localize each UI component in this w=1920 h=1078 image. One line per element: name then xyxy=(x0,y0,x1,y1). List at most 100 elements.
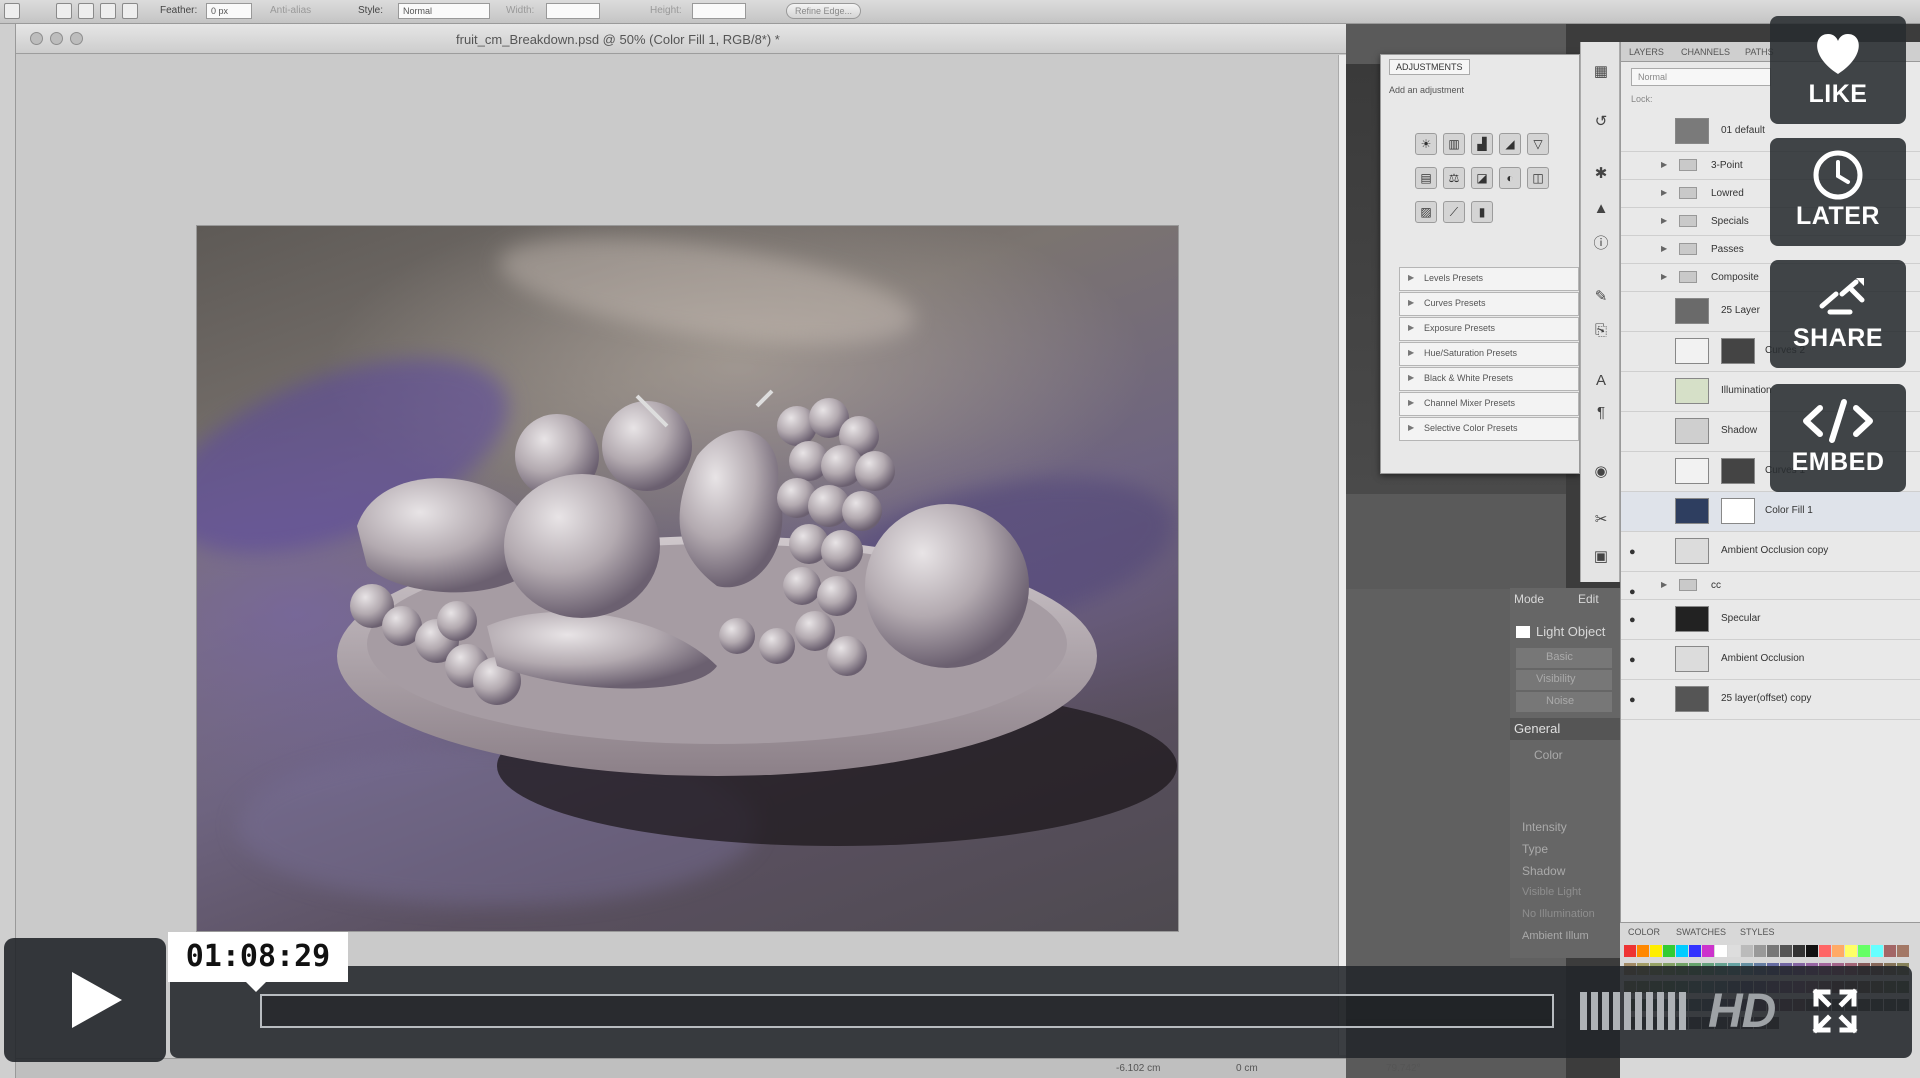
expand-arrow-icon[interactable]: ▶ xyxy=(1661,272,1667,281)
preset-item[interactable]: Exposure Presets xyxy=(1399,317,1579,341)
light-object-panel: Mode Edit Light Object Basic Visibility … xyxy=(1510,588,1620,958)
anti-alias-checkbox[interactable]: Anti-alias xyxy=(270,5,311,16)
intersect-selection-icon[interactable] xyxy=(122,3,138,19)
adjustment-icon[interactable]: ▤ xyxy=(1415,167,1437,189)
play-button[interactable] xyxy=(4,938,166,1062)
adjustment-icon[interactable]: ◫ xyxy=(1527,167,1549,189)
adjustment-icon[interactable]: ◢ xyxy=(1499,133,1521,155)
adjustment-icon[interactable]: ◪ xyxy=(1471,167,1493,189)
layer-row[interactable]: ● 25 layer(offset) copy xyxy=(1621,680,1920,720)
adjustment-icon[interactable]: ▨ xyxy=(1415,201,1437,223)
canvas-area[interactable] xyxy=(16,55,1338,1055)
tab-noise[interactable]: Noise xyxy=(1516,692,1612,712)
visibility-icon[interactable]: ● xyxy=(1629,586,1636,598)
expand-arrow-icon[interactable]: ▶ xyxy=(1661,216,1667,225)
tools-icon[interactable]: ✂ xyxy=(1591,510,1611,530)
layer-row[interactable]: ● Specular xyxy=(1621,600,1920,640)
play-icon xyxy=(72,972,122,1028)
tab-color[interactable]: COLOR xyxy=(1628,927,1660,937)
preset-item[interactable]: Selective Color Presets xyxy=(1399,417,1579,441)
visibility-icon[interactable]: ● xyxy=(1629,614,1636,626)
layer-row[interactable]: ● Ambient Occlusion copy xyxy=(1621,532,1920,572)
preset-item[interactable]: Curves Presets xyxy=(1399,292,1579,316)
fruit-bowl-illustration xyxy=(337,389,1177,846)
embed-button[interactable]: EMBED xyxy=(1770,384,1906,492)
gear-icon[interactable]: ✱ xyxy=(1591,164,1611,184)
brush-icon[interactable]: ✎ xyxy=(1591,287,1611,307)
marquee-tool-icon[interactable] xyxy=(4,3,20,19)
layer-row[interactable]: ● Ambient Occlusion xyxy=(1621,640,1920,680)
expand-arrow-icon[interactable]: ▶ xyxy=(1661,580,1667,589)
tools-panel[interactable] xyxy=(0,24,16,1078)
tab-layers[interactable]: LAYERS xyxy=(1629,47,1664,57)
adjustment-icon[interactable]: ⟋ xyxy=(1443,201,1465,223)
style-select[interactable]: Normal xyxy=(398,3,490,19)
layer-mask-thumbnail xyxy=(1721,498,1755,524)
watch-later-button[interactable]: LATER xyxy=(1770,138,1906,246)
preset-item[interactable]: Black & White Presets xyxy=(1399,367,1579,391)
zoom-window-icon[interactable] xyxy=(70,32,83,45)
preset-item[interactable]: Levels Presets xyxy=(1399,267,1579,291)
clone-icon[interactable]: ⎘ xyxy=(1591,322,1611,342)
vertical-scrollbar[interactable] xyxy=(1338,55,1346,1055)
expand-arrow-icon[interactable]: ▶ xyxy=(1661,244,1667,253)
layer-comps-icon[interactable]: ▣ xyxy=(1591,547,1611,567)
layer-name: Lowred xyxy=(1711,188,1744,199)
add-selection-icon[interactable] xyxy=(78,3,94,19)
histogram-icon[interactable]: ▦ xyxy=(1591,62,1611,82)
width-input[interactable] xyxy=(546,3,600,19)
progress-bar[interactable] xyxy=(260,994,1554,1028)
tab-basic[interactable]: Basic xyxy=(1516,648,1612,668)
layer-row[interactable]: Color Fill 1 xyxy=(1621,492,1920,532)
feather-input[interactable]: 0 px xyxy=(206,3,252,19)
preset-item[interactable]: Hue/Saturation Presets xyxy=(1399,342,1579,366)
tab-visibility[interactable]: Visibility xyxy=(1516,670,1612,690)
general-section[interactable]: General xyxy=(1510,718,1620,740)
tab-channels[interactable]: CHANNELS xyxy=(1681,47,1730,57)
height-input[interactable] xyxy=(692,3,746,19)
minimize-window-icon[interactable] xyxy=(50,32,63,45)
close-window-icon[interactable] xyxy=(30,32,43,45)
share-button[interactable]: SHARE xyxy=(1770,260,1906,368)
visibility-icon[interactable]: ● xyxy=(1629,654,1636,666)
adjustment-icon[interactable]: ▟ xyxy=(1471,133,1493,155)
y-readout: 0 cm xyxy=(1236,1063,1258,1074)
layer-group-row[interactable]: ● ▶ cc xyxy=(1621,572,1920,600)
adjustment-icon[interactable]: ⚖ xyxy=(1443,167,1465,189)
embed-label: EMBED xyxy=(1791,448,1885,476)
tab-swatches[interactable]: SWATCHES xyxy=(1676,927,1726,937)
tab-styles[interactable]: STYLES xyxy=(1740,927,1775,937)
width-label: Width: xyxy=(506,5,535,16)
new-selection-icon[interactable] xyxy=(56,3,72,19)
layer-thumbnail xyxy=(1675,458,1709,484)
expand-arrow-icon[interactable]: ▶ xyxy=(1661,160,1667,169)
character-icon[interactable]: A xyxy=(1591,372,1611,392)
volume-control[interactable] xyxy=(1580,992,1688,1030)
adjustment-icon[interactable]: ◐ xyxy=(1499,167,1521,189)
info-icon[interactable]: ⓘ xyxy=(1591,232,1611,252)
fullscreen-icon[interactable] xyxy=(1810,986,1860,1036)
image-icon[interactable]: ▲ xyxy=(1591,200,1611,220)
history-icon[interactable]: ↺ xyxy=(1591,112,1611,132)
hd-toggle[interactable]: HD xyxy=(1708,984,1776,1039)
later-label: LATER xyxy=(1796,202,1880,230)
layer-thumbnail xyxy=(1675,418,1709,444)
refine-edge-button[interactable]: Refine Edge... xyxy=(786,3,862,19)
3d-object-icon[interactable]: ◉ xyxy=(1591,462,1611,482)
adjustment-icon[interactable]: ▽ xyxy=(1527,133,1549,155)
visibility-icon[interactable]: ● xyxy=(1629,694,1636,706)
adjustment-icon[interactable]: ▮ xyxy=(1471,201,1493,223)
layer-thumbnail xyxy=(1675,538,1709,564)
visibility-icon[interactable]: ● xyxy=(1629,546,1636,558)
light-object-label: Light Object xyxy=(1536,624,1606,639)
blend-mode-select[interactable]: Normal xyxy=(1631,68,1771,86)
preset-item[interactable]: Channel Mixer Presets xyxy=(1399,392,1579,416)
expand-arrow-icon[interactable]: ▶ xyxy=(1661,188,1667,197)
adjustment-icon[interactable]: ☀ xyxy=(1415,133,1437,155)
like-button[interactable]: LIKE xyxy=(1770,16,1906,124)
light-checkbox[interactable] xyxy=(1516,626,1530,638)
adjustment-icon[interactable]: ▥ xyxy=(1443,133,1465,155)
paragraph-icon[interactable]: ¶ xyxy=(1591,404,1611,424)
subtract-selection-icon[interactable] xyxy=(100,3,116,19)
adjustments-tab[interactable]: ADJUSTMENTS xyxy=(1389,59,1470,75)
